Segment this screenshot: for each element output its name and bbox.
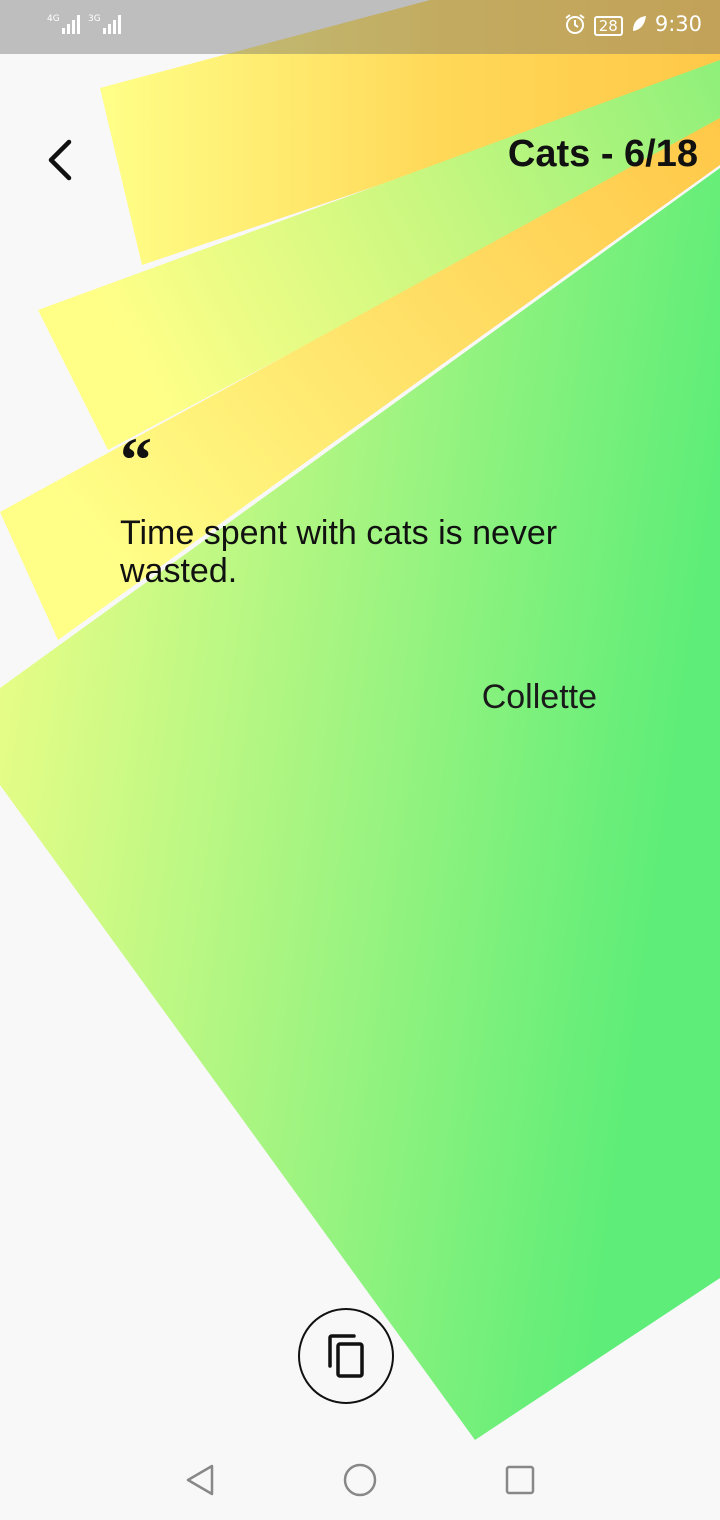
quote-mark-icon: “	[120, 424, 152, 495]
battery-icon: 28	[593, 12, 623, 36]
signal-icon	[102, 14, 121, 34]
signal-icon	[61, 14, 80, 34]
status-bar: 4G 3G 28 9:30	[0, 0, 720, 54]
status-time: 9:30	[654, 12, 702, 36]
back-button[interactable]	[30, 128, 90, 192]
page-title: Cats - 6/18	[507, 133, 698, 175]
nav-back-button[interactable]	[175, 1458, 225, 1502]
background-cards	[0, 0, 720, 1440]
nav-recents-button[interactable]	[495, 1458, 545, 1502]
leaf-icon	[632, 16, 646, 31]
chevron-left-icon	[48, 139, 72, 181]
network-label-2: 3G	[88, 14, 101, 24]
network-label-1: 4G	[47, 14, 60, 24]
battery-level: 28	[593, 16, 623, 36]
recents-square-icon	[505, 1465, 535, 1495]
signal-3g: 3G	[88, 14, 121, 34]
copy-icon	[328, 1334, 364, 1378]
quote-author: Collette	[481, 678, 597, 716]
signal-4g: 4G	[47, 14, 80, 34]
quote-text: Time spent with cats is never wasted.	[120, 514, 558, 590]
system-nav-bar	[0, 1440, 720, 1520]
back-triangle-icon	[186, 1464, 214, 1496]
home-circle-icon	[343, 1463, 377, 1497]
copy-button[interactable]	[298, 1308, 394, 1404]
nav-home-button[interactable]	[335, 1458, 385, 1502]
alarm-icon	[565, 14, 585, 34]
